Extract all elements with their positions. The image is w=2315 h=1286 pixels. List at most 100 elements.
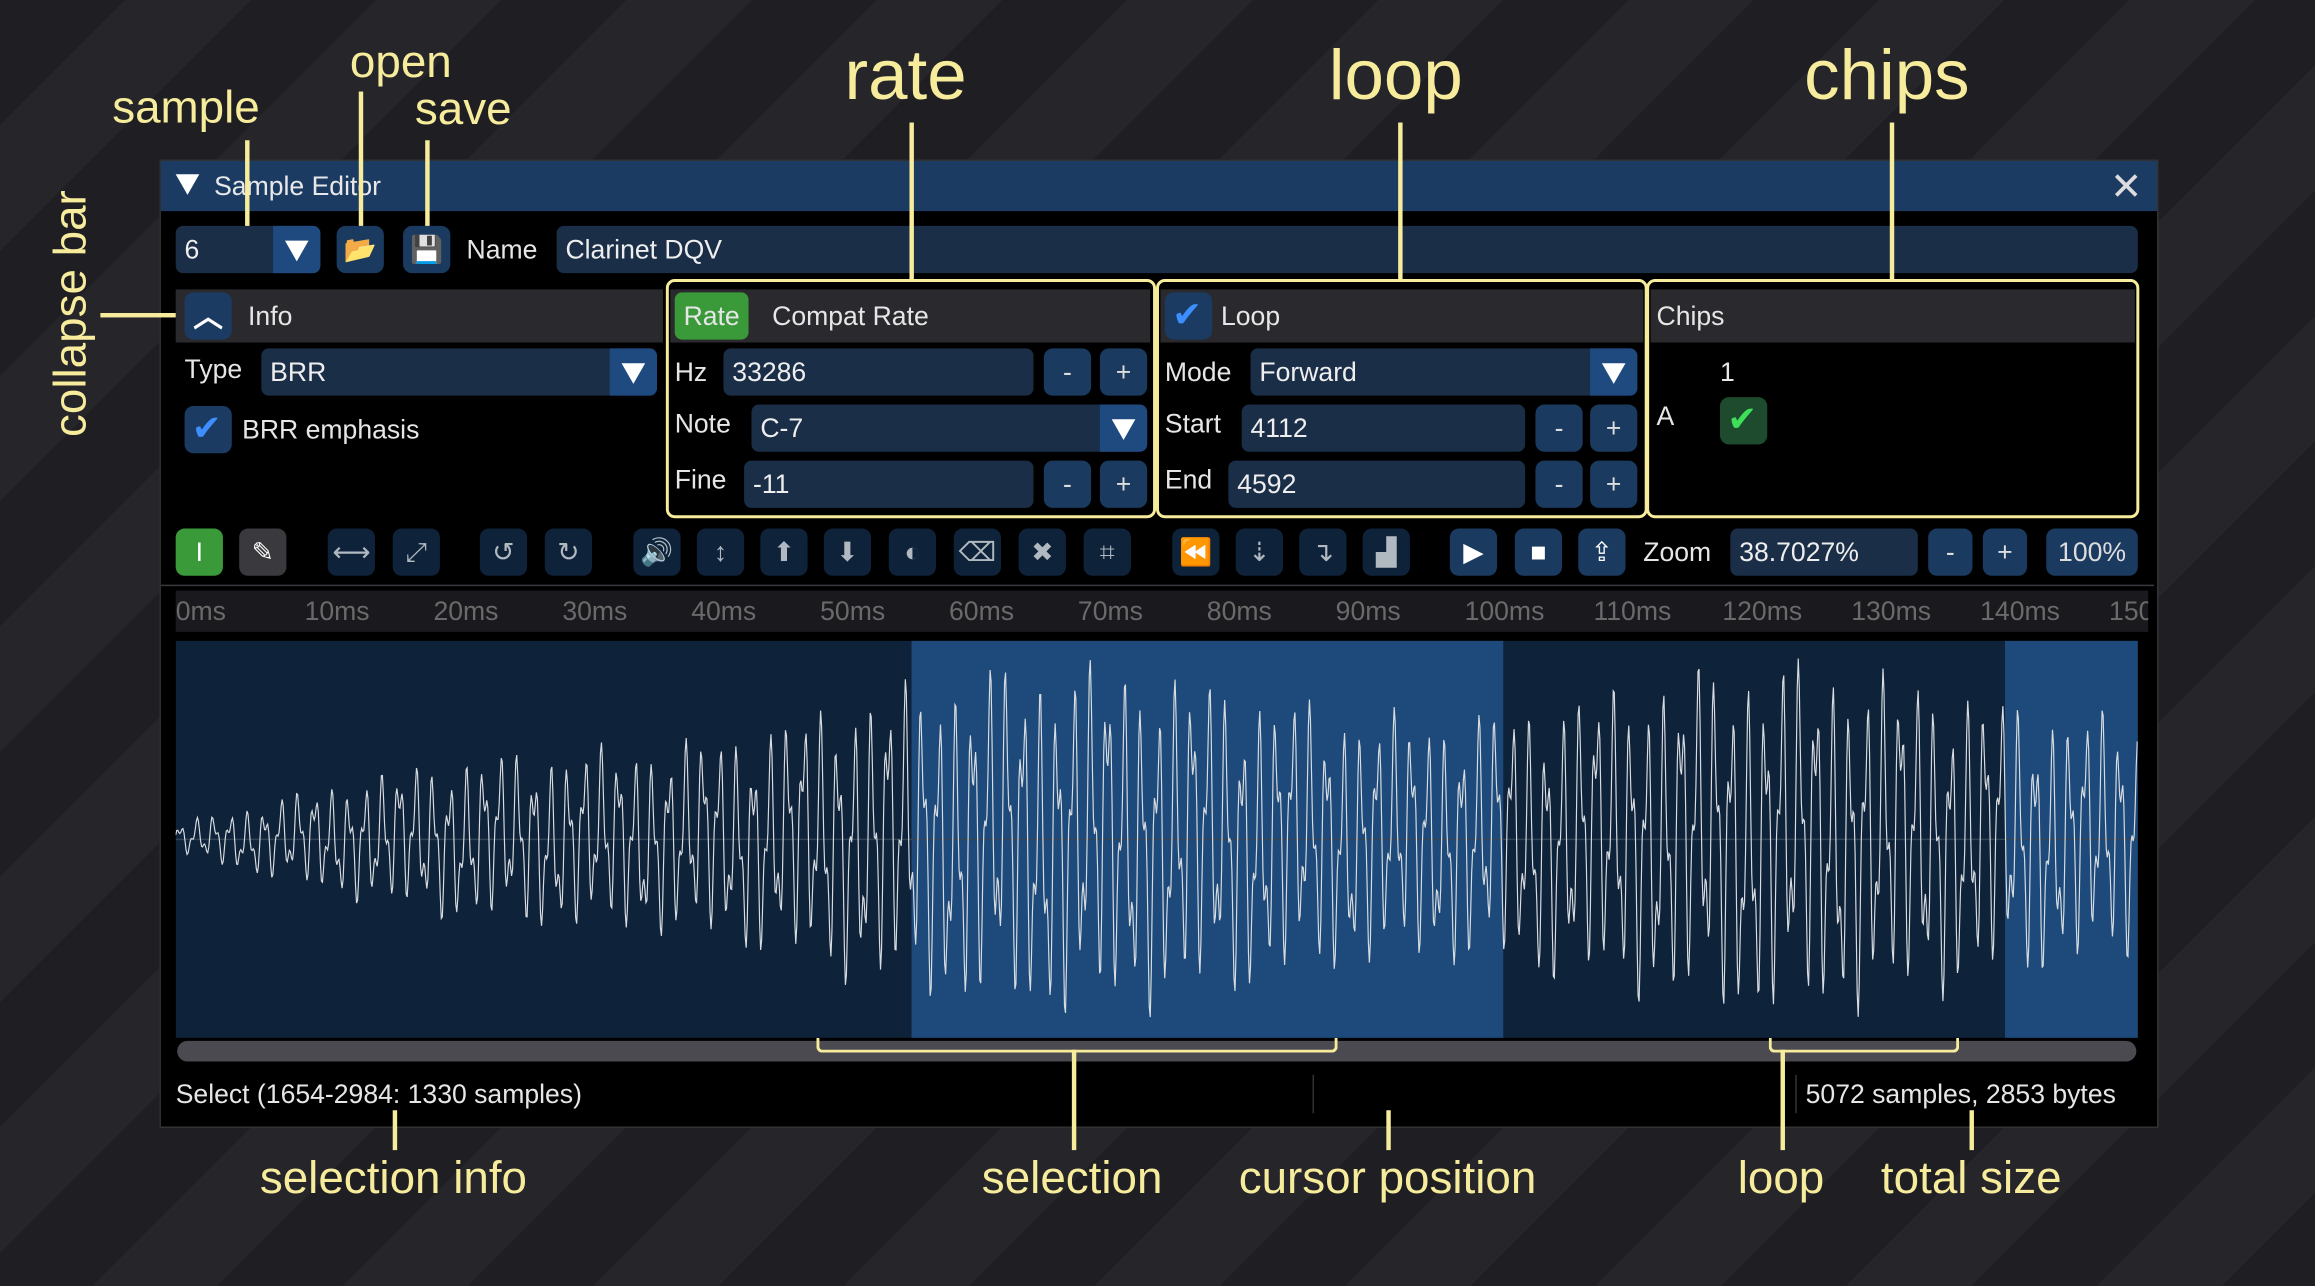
hz-minus-button[interactable]: - — [1043, 348, 1092, 396]
start-plus-button[interactable]: + — [1590, 404, 1638, 452]
info-title: Info — [248, 301, 293, 331]
name-input[interactable]: Clarinet DQV — [556, 225, 2138, 274]
brr-emphasis-checkbox[interactable]: ✔ — [184, 406, 232, 454]
loop-checkbox[interactable]: ✔ — [1164, 292, 1213, 340]
check-icon: ✔ — [1172, 295, 1202, 336]
window-title: Sample Editor — [214, 171, 382, 201]
ruler-tick: 50ms — [820, 596, 886, 626]
sort-button[interactable]: ⇣ — [1235, 528, 1283, 576]
fade-out-button[interactable]: ⬇ — [823, 528, 872, 576]
ruler-tick: 10ms — [304, 596, 370, 626]
hz-input[interactable]: 33286 — [723, 348, 1034, 396]
end-label: End — [1164, 465, 1213, 495]
annotation-line — [100, 312, 184, 318]
mode-select[interactable]: Forward — [1250, 348, 1638, 396]
save-button[interactable]: 💾 — [403, 225, 451, 274]
amplify-button[interactable]: 🔊 — [633, 528, 681, 576]
folder-open-icon: 📂 — [343, 234, 377, 265]
fine-minus-button[interactable]: - — [1043, 460, 1092, 508]
zoom-in-button[interactable]: + — [1982, 528, 2028, 576]
zoom-reset-button[interactable]: 100% — [2046, 528, 2138, 576]
cursor-icon: I — [195, 537, 204, 567]
zoom-input[interactable]: 38.7027% — [1730, 528, 1918, 576]
end-plus-button[interactable]: + — [1590, 460, 1638, 508]
annotation-line — [1386, 1110, 1391, 1151]
open-button[interactable]: 📂 — [336, 225, 384, 274]
end-minus-button[interactable]: - — [1535, 460, 1583, 508]
annotation-total-size: total size — [1880, 1151, 2062, 1204]
selection-info: Select (1654-2984: 1330 samples) — [175, 1079, 582, 1109]
expand-button[interactable]: ⤢ — [392, 528, 440, 576]
fine-input[interactable]: -11 — [744, 460, 1034, 508]
trim-button[interactable]: ⌗ — [1083, 528, 1131, 576]
arrow-down-icon: ⬇ — [836, 537, 859, 567]
ruler-tick: 150ms — [2109, 596, 2148, 626]
annotation-line — [1969, 1110, 1974, 1151]
export-button[interactable]: ⇪ — [1578, 528, 1626, 576]
chevron-down-icon[interactable] — [1590, 348, 1638, 396]
brr-emphasis-label: BRR emphasis — [242, 414, 420, 445]
select-tool-button[interactable]: I — [175, 528, 223, 576]
tab-compat-rate[interactable]: Compat Rate — [772, 292, 929, 339]
annotation-open: open — [349, 35, 452, 88]
title-bar[interactable]: Sample Editor ✕ — [160, 160, 2158, 212]
delete-button[interactable]: ✖ — [1018, 528, 1066, 576]
stop-button[interactable]: ■ — [1514, 528, 1563, 576]
sample-dropdown-arrow-icon[interactable] — [273, 225, 321, 274]
ruler-tick: 120ms — [1722, 596, 1803, 626]
sample-index: 6 — [184, 234, 200, 265]
divider — [160, 584, 2155, 587]
zoom-fit-button[interactable]: ⟷ — [327, 528, 376, 576]
rewind-icon: ⏪ — [1179, 537, 1213, 567]
annotation-selection: selection — [981, 1151, 1163, 1204]
reverse-button[interactable]: ⏪ — [1172, 528, 1220, 576]
filter-button[interactable]: ▟ — [1362, 528, 1410, 576]
annotation-chips: chips — [1804, 36, 1970, 116]
redo-button[interactable]: ↻ — [544, 528, 593, 576]
hz-plus-button[interactable]: + — [1099, 348, 1148, 396]
annotation-selection-info: selection info — [259, 1151, 528, 1204]
close-icon[interactable]: ✕ — [2110, 164, 2142, 210]
loop-start-input[interactable]: 4112 — [1241, 404, 1526, 452]
type-select[interactable]: BRR — [261, 348, 657, 396]
set-loop-button[interactable]: ↴ — [1299, 528, 1347, 576]
start-minus-button[interactable]: - — [1535, 404, 1583, 452]
zoom-out-button[interactable]: - — [1928, 528, 1973, 576]
ruler-tick: 60ms — [949, 596, 1015, 626]
undo-button[interactable]: ↺ — [479, 528, 528, 576]
play-icon: ▶ — [1463, 537, 1484, 567]
volume-icon: 🔊 — [640, 537, 674, 567]
collapse-triangle-icon[interactable] — [175, 174, 200, 195]
note-select[interactable]: C-7 — [751, 404, 1148, 452]
collapse-button[interactable]: ︿ — [184, 292, 232, 340]
chart-icon: ▟ — [1376, 537, 1397, 567]
selection-bracket — [816, 1037, 1338, 1053]
fine-plus-button[interactable]: + — [1099, 460, 1148, 508]
play-button[interactable]: ▶ — [1449, 528, 1498, 576]
annotation-line — [245, 140, 250, 226]
annotation-line — [358, 91, 364, 226]
silence-button[interactable]: ⌫ — [953, 528, 1001, 576]
chevron-down-icon[interactable] — [609, 348, 657, 396]
draw-tool-button[interactable]: ✎ — [239, 528, 287, 576]
ruler-tick: 80ms — [1206, 596, 1272, 626]
stop-icon: ■ — [1530, 537, 1547, 567]
fade-in-button[interactable]: ⬆ — [760, 528, 808, 576]
invert-button[interactable]: ◐ — [888, 528, 937, 576]
annotation-line — [1889, 122, 1895, 280]
sort-icon: ⇣ — [1248, 537, 1271, 567]
tab-rate[interactable]: Rate — [674, 292, 749, 340]
ruler-tick: 30ms — [562, 596, 628, 626]
arrow-up-icon: ⬆ — [772, 537, 796, 567]
type-label: Type — [184, 354, 243, 384]
loop-end-input[interactable]: 4592 — [1228, 460, 1526, 508]
waveform-view[interactable] — [175, 640, 2138, 1038]
time-ruler: 0ms 10ms 20ms 30ms 40ms 50ms 60ms 70ms 80ms 90ms 1… — [175, 590, 2149, 632]
save-icon: 💾 — [410, 234, 444, 265]
ruler-tick: 40ms — [691, 596, 757, 626]
annotation-line — [425, 140, 430, 226]
normalize-button[interactable]: ↕ — [696, 528, 745, 576]
chevron-down-icon[interactable] — [1099, 404, 1148, 452]
contrast-icon: ◐ — [904, 537, 921, 567]
chip-a1-checkbox[interactable]: ✔ — [1720, 397, 1768, 445]
